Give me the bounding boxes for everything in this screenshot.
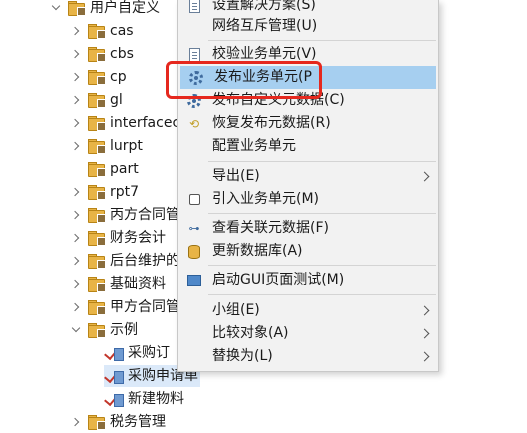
chevron-right-icon[interactable] <box>70 66 82 88</box>
chevron-right-icon[interactable] <box>70 204 82 226</box>
tree-node-label: 用户自定义 <box>90 0 160 16</box>
restore-icon: ⟲ <box>188 116 200 131</box>
chevron-right-icon[interactable] <box>70 181 82 203</box>
tree-node-label: interfacec <box>110 115 181 131</box>
tree-node-label: 后台维护的 <box>110 253 180 269</box>
package-icon <box>88 230 106 246</box>
chevron-right-icon <box>421 322 428 345</box>
context-menu: 设置解决方案(S) 网络互斥管理(U) 校验业务单元(V) 发布业务单元(P 发… <box>177 0 439 372</box>
menu-item-restore-metadata[interactable]: ⟲ 恢复发布元数据(R) <box>178 112 438 135</box>
tree-node-label: 税务管理 <box>110 414 166 430</box>
tree-node-label: 甲方合同管 <box>110 299 180 315</box>
package-icon <box>88 414 106 430</box>
tree-node[interactable]: 财务会计 <box>70 227 166 249</box>
tree-node[interactable]: cp <box>70 66 127 88</box>
menu-item-update-database[interactable]: 更新数据库(A) <box>178 240 438 263</box>
tree-leaf[interactable]: 新建物料 <box>104 388 184 410</box>
chevron-right-icon[interactable] <box>70 20 82 42</box>
relation-icon: ⊶ <box>188 222 200 235</box>
tree-leaf-label: 采购订 <box>128 345 170 361</box>
tree-node-label: part <box>110 161 139 177</box>
package-icon <box>88 253 106 269</box>
package-icon <box>88 184 106 200</box>
package-icon <box>88 46 106 62</box>
chevron-right-icon[interactable] <box>70 296 82 318</box>
tree-node-label: cp <box>110 69 127 85</box>
package-icon <box>88 299 106 315</box>
database-icon <box>184 244 204 260</box>
chevron-right-icon[interactable] <box>70 250 82 272</box>
tree-node[interactable]: 税务管理 <box>70 411 166 433</box>
solution-icon <box>184 0 204 14</box>
menu-separator <box>208 265 436 266</box>
package-icon <box>68 0 86 16</box>
tree-leaf[interactable]: 采购订 <box>104 342 170 364</box>
tree-node-label: cbs <box>110 46 134 62</box>
tree-node[interactable]: rpt7 <box>70 181 139 203</box>
tree-node[interactable]: 甲方合同管 <box>70 296 180 318</box>
menu-separator <box>208 294 436 295</box>
menu-separator <box>208 213 436 214</box>
tree-node[interactable]: 基础资料 <box>70 273 166 295</box>
package-icon <box>88 23 106 39</box>
package-icon <box>88 115 106 131</box>
menu-separator <box>208 40 436 41</box>
annotation-highlight-box <box>166 61 322 99</box>
menu-item-network-mutex[interactable]: 网络互斥管理(U) <box>178 15 438 38</box>
tree-node[interactable]: part <box>70 158 139 180</box>
tree-node-label: rpt7 <box>110 184 140 200</box>
menu-item-import-unit[interactable]: 引入业务单元(M) <box>178 188 438 211</box>
menu-item-compare[interactable]: 比较对象(A) <box>178 322 438 345</box>
chevron-right-icon <box>421 165 428 188</box>
business-unit-icon <box>104 391 124 407</box>
menu-item-gui-test[interactable]: 启动GUI页面测试(M) <box>178 269 438 292</box>
tree-node[interactable]: interfacec <box>70 112 180 134</box>
tree-node-label: 财务会计 <box>110 230 166 246</box>
tree-node[interactable]: gl <box>70 89 123 111</box>
chevron-right-icon[interactable] <box>70 273 82 295</box>
package-icon <box>88 276 106 292</box>
package-icon <box>88 322 106 338</box>
tree-node[interactable]: 后台维护的 <box>70 250 180 272</box>
chevron-down-icon[interactable] <box>70 319 82 341</box>
monitor-icon <box>184 273 204 289</box>
business-unit-icon <box>104 368 124 384</box>
chevron-right-icon[interactable] <box>70 135 82 157</box>
business-unit-icon <box>104 345 124 361</box>
tree-node-label: 丙方合同管 <box>110 207 180 223</box>
chevron-right-icon[interactable] <box>70 411 82 433</box>
menu-separator <box>208 161 436 162</box>
chevron-right-icon <box>421 299 428 322</box>
tree-node-label: cas <box>110 23 134 39</box>
tree-leaf-label: 新建物料 <box>128 391 184 407</box>
tree-node[interactable]: 丙方合同管 <box>70 204 180 226</box>
tree-node-label: 示例 <box>110 322 138 338</box>
tree-node-label: 基础资料 <box>110 276 166 292</box>
package-icon <box>88 161 106 177</box>
menu-item-replace-with[interactable]: 替换为(L) <box>178 345 438 368</box>
tree-node-label: gl <box>110 92 123 108</box>
chevron-down-icon[interactable] <box>50 0 62 19</box>
chevron-right-icon <box>421 345 428 368</box>
tree-node-root[interactable]: 用户自定义 <box>50 0 160 19</box>
menu-item-configure-unit[interactable]: 配置业务单元 <box>178 135 438 158</box>
tree-node[interactable]: lurpt <box>70 135 143 157</box>
menu-item-team[interactable]: 小组(E) <box>178 299 438 322</box>
tree-node[interactable]: 示例 <box>70 319 138 341</box>
package-icon <box>88 207 106 223</box>
chevron-right-icon[interactable] <box>70 43 82 65</box>
tree-node[interactable]: cas <box>70 20 134 42</box>
checkbox-icon <box>184 192 204 208</box>
chevron-right-icon[interactable] <box>70 89 82 111</box>
tree-node[interactable]: cbs <box>70 43 134 65</box>
menu-item-export[interactable]: 导出(E) <box>178 165 438 188</box>
tree-node-label: lurpt <box>110 138 143 154</box>
package-icon <box>88 69 106 85</box>
package-icon <box>88 92 106 108</box>
menu-item-view-related-metadata[interactable]: ⊶ 查看关联元数据(F) <box>178 217 438 240</box>
package-icon <box>88 138 106 154</box>
chevron-right-icon[interactable] <box>70 112 82 134</box>
chevron-right-icon[interactable] <box>70 227 82 249</box>
